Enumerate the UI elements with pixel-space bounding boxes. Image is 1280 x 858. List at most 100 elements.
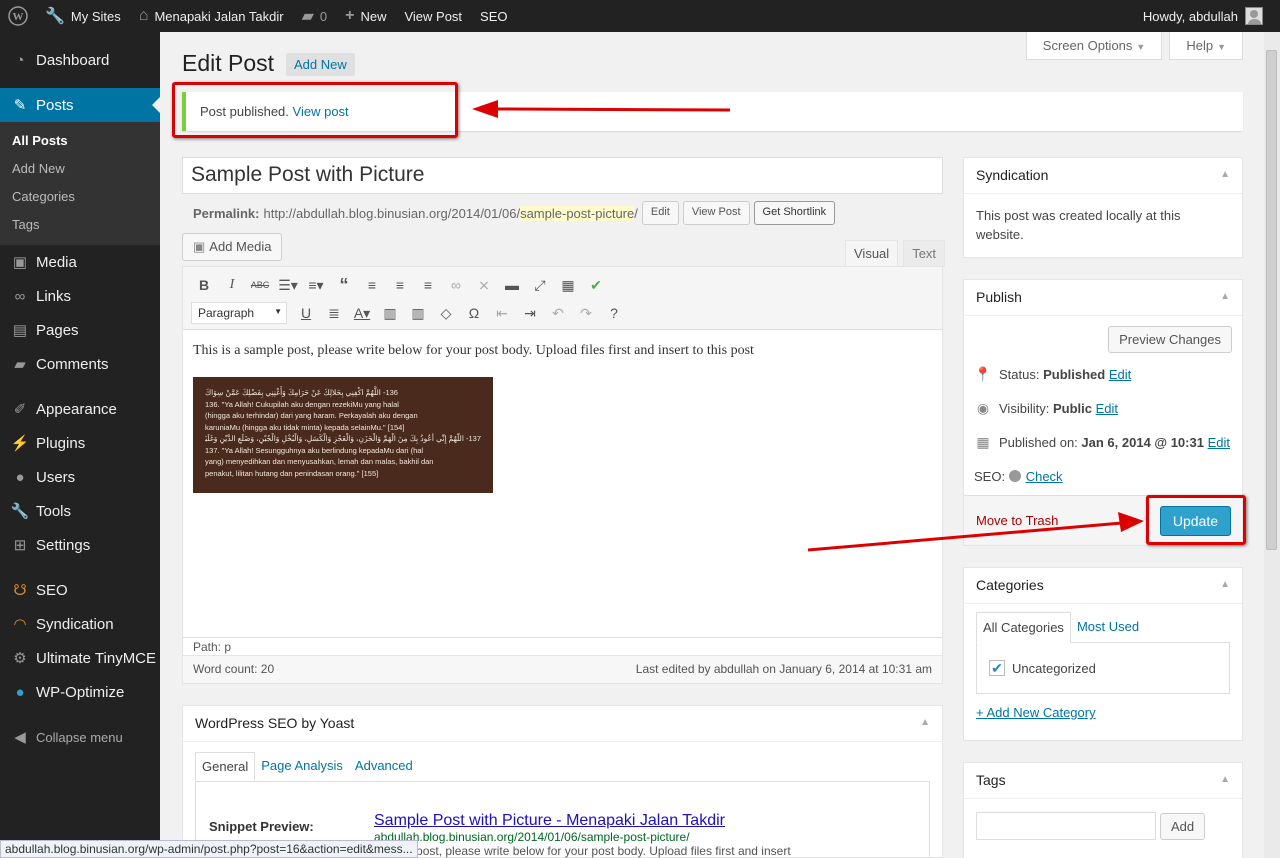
account-menu[interactable]: Howdy, abdullah (1134, 0, 1272, 32)
text-color-icon[interactable]: A▾ (349, 305, 375, 322)
my-sites-menu[interactable]: 🔧 My Sites (36, 0, 130, 32)
published-date-row: ▦ Published on: Jan 6, 2014 @ 10:31 Edit (964, 425, 1242, 459)
page-scrollbar[interactable] (1264, 32, 1280, 858)
tab-visual[interactable]: Visual (845, 240, 899, 267)
categories-header[interactable]: Categories ▲ (964, 568, 1242, 604)
publish-header[interactable]: Publish ▲ (964, 280, 1242, 316)
move-to-trash-link[interactable]: Move to Trash (976, 513, 1058, 528)
get-shortlink-button[interactable]: Get Shortlink (753, 201, 836, 225)
category-list: ✔ Uncategorized (976, 642, 1230, 694)
edit-status-link[interactable]: Edit (1109, 367, 1131, 382)
menu-plugins[interactable]: ⚡ Plugins (0, 426, 160, 460)
menu-syndication[interactable]: ◠ Syndication (0, 607, 160, 641)
submenu-tags[interactable]: Tags (0, 211, 160, 239)
seo-check-link[interactable]: Check (1026, 469, 1063, 484)
italic-icon[interactable]: I (219, 277, 245, 293)
add-media-button[interactable]: ▣ Add Media (182, 233, 283, 261)
numbered-list-icon[interactable]: ≡▾ (303, 277, 329, 294)
outdent-icon[interactable]: ⇤ (489, 305, 515, 322)
tab-most-used[interactable]: Most Used (1071, 612, 1145, 643)
help-icon[interactable]: ? (601, 305, 627, 321)
yoast-icon: ☋ (13, 582, 27, 599)
grammar-check-icon[interactable]: ✔ (583, 277, 609, 294)
view-post-link[interactable]: View Post (395, 0, 471, 32)
add-new-button[interactable]: Add New (286, 53, 355, 76)
link-icon[interactable]: ∞ (443, 277, 469, 293)
menu-appearance[interactable]: ✐ Appearance (0, 392, 160, 426)
menu-seo[interactable]: ☋ SEO (0, 573, 160, 607)
special-character-icon[interactable]: Ω (461, 305, 487, 321)
unlink-icon[interactable]: ⨯ (471, 277, 497, 294)
syndication-header[interactable]: Syndication ▲ (964, 158, 1242, 194)
help-button[interactable]: Help ▼ (1169, 32, 1243, 60)
menu-dashboard[interactable]: ◔ Dashboard (0, 43, 160, 77)
collapse-arrow-icon[interactable]: ▲ (1220, 579, 1230, 590)
submenu-all-posts[interactable]: All Posts (0, 127, 160, 155)
post-title-input[interactable]: Sample Post with Picture (182, 157, 943, 194)
tab-all-categories[interactable]: All Categories (976, 612, 1071, 643)
kitchen-sink-icon[interactable]: ▦ (555, 277, 581, 294)
edit-date-link[interactable]: Edit (1208, 435, 1230, 450)
underline-icon[interactable]: U (293, 305, 319, 321)
menu-ultimate-tinymce[interactable]: ⚙ Ultimate TinyMCE (0, 641, 160, 675)
bold-icon[interactable]: B (191, 277, 217, 293)
scrollbar-thumb[interactable] (1266, 50, 1277, 550)
site-name-menu[interactable]: ⌂ Menapaki Jalan Takdir (130, 0, 293, 32)
justify-icon[interactable]: ≣ (321, 305, 347, 322)
yoast-box-header[interactable]: WordPress SEO by Yoast ▲ (183, 706, 942, 742)
indent-icon[interactable]: ⇥ (517, 305, 543, 322)
add-tag-button[interactable]: Add (1160, 812, 1206, 840)
format-select[interactable]: Paragraph (191, 302, 287, 324)
undo-icon[interactable]: ↶ (545, 305, 571, 322)
strikethrough-icon[interactable]: ABC (247, 280, 273, 290)
align-right-icon[interactable]: ≡ (415, 277, 441, 293)
tab-text[interactable]: Text (903, 240, 946, 267)
post-body-text[interactable]: This is a sample post, please write belo… (193, 343, 932, 359)
tag-input[interactable] (976, 812, 1156, 840)
tags-header[interactable]: Tags ▲ (964, 763, 1242, 799)
read-more-icon[interactable]: ▬ (499, 277, 525, 293)
paste-text-icon[interactable]: ▥ (377, 305, 403, 322)
redo-icon[interactable]: ↷ (573, 305, 599, 322)
inserted-image[interactable]: 136- اللَّهُمَّ اكْفِنِي بِحَلالِكَ عَنْ… (193, 377, 493, 493)
align-left-icon[interactable]: ≡ (359, 277, 385, 293)
edit-visibility-link[interactable]: Edit (1096, 401, 1118, 416)
fullscreen-icon[interactable]: ⤢ (527, 277, 553, 294)
bullet-list-icon[interactable]: ☰▾ (275, 277, 301, 294)
uncategorized-checkbox[interactable]: ✔ (989, 660, 1005, 676)
menu-settings[interactable]: ⊞ Settings (0, 528, 160, 562)
tab-advanced[interactable]: Advanced (349, 752, 419, 781)
menu-posts[interactable]: ✎ Posts (0, 88, 160, 122)
preview-changes-button[interactable]: Preview Changes (1108, 326, 1232, 353)
menu-users[interactable]: ● Users (0, 460, 160, 494)
menu-pages[interactable]: ▤ Pages (0, 313, 160, 347)
menu-links[interactable]: ∞ Links (0, 279, 160, 313)
collapse-menu-button[interactable]: ◀ Collapse menu (0, 720, 160, 754)
clear-formatting-icon[interactable]: ◇ (433, 305, 459, 322)
paste-word-icon[interactable]: ▥ (405, 305, 431, 322)
menu-comments[interactable]: ▰ Comments (0, 347, 160, 381)
screen-options-button[interactable]: Screen Options ▼ (1025, 32, 1163, 60)
collapse-arrow-icon[interactable]: ▲ (1220, 169, 1230, 180)
add-new-category-link[interactable]: + Add New Category (976, 705, 1096, 720)
collapse-arrow-icon[interactable]: ▲ (1220, 774, 1230, 785)
edit-permalink-button[interactable]: Edit (641, 201, 679, 225)
menu-media[interactable]: ▣ Media (0, 245, 160, 279)
seo-menu[interactable]: SEO (471, 0, 516, 32)
collapse-arrow-icon[interactable]: ▲ (1220, 291, 1230, 302)
view-post-button[interactable]: View Post (682, 201, 750, 225)
editor-content[interactable]: This is a sample post, please write belo… (183, 330, 942, 506)
wordpress-logo-icon[interactable]: W (0, 0, 36, 32)
menu-wp-optimize[interactable]: ● WP-Optimize (0, 675, 160, 709)
new-content-menu[interactable]: + New (336, 0, 395, 32)
menu-tools[interactable]: 🔧 Tools (0, 494, 160, 528)
comments-menu[interactable]: ▰ 0 (293, 0, 337, 32)
align-center-icon[interactable]: ≡ (387, 277, 413, 293)
submenu-categories[interactable]: Categories (0, 183, 160, 211)
tab-general[interactable]: General (195, 752, 256, 781)
tab-page-analysis[interactable]: Page Analysis (255, 752, 349, 781)
blockquote-icon[interactable]: “ (331, 275, 357, 296)
permalink-slug[interactable]: sample-post-picture (520, 205, 635, 221)
collapse-arrow-icon[interactable]: ▲ (920, 717, 930, 728)
submenu-add-new[interactable]: Add New (0, 155, 160, 183)
